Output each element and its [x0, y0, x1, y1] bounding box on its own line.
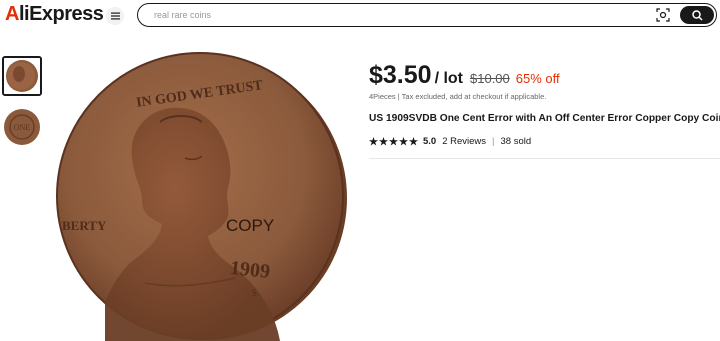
aliexpress-logo[interactable]: AliExpress [5, 3, 104, 26]
sold-count: 38 sold [500, 136, 532, 147]
coin-copy-mark: COPY [226, 216, 274, 235]
rating-separator: | [492, 136, 495, 147]
menu-icon [110, 12, 120, 20]
star-rating [369, 137, 418, 146]
original-price: $10.00 [470, 71, 510, 86]
price-row: $3.50 / lot $10.00 65% off [369, 61, 560, 90]
coin-reverse-thumbnail-image: ONE [2, 107, 42, 147]
divider [369, 158, 720, 159]
star-icon [369, 137, 378, 146]
discount-badge: 65% off [515, 71, 560, 86]
search-button[interactable] [680, 6, 714, 24]
star-icon [389, 137, 398, 146]
search-icon [691, 9, 703, 21]
camera-search-icon[interactable] [656, 8, 670, 22]
thumbnail-1[interactable] [2, 56, 42, 96]
price-note: 4Pieces | Tax excluded, add at checkout … [369, 92, 547, 101]
coin-left-legend: BERTY [62, 218, 107, 233]
product-title: US 1909SVDB One Cent Error with An Off C… [369, 113, 720, 124]
current-price: $3.50 [369, 61, 432, 89]
search-input[interactable] [154, 7, 634, 23]
header: AliExpress [0, 0, 720, 30]
star-icon [379, 137, 388, 146]
thumbnail-2[interactable]: ONE [2, 107, 42, 147]
reviews-link[interactable]: 2 Reviews [442, 136, 486, 147]
svg-text:ONE: ONE [14, 123, 31, 132]
coin-thumbnail-image [4, 58, 40, 94]
menu-button[interactable] [106, 7, 124, 25]
search-bar [137, 3, 717, 27]
rating-score: 5.0 [423, 136, 437, 147]
coin-mint-mark: S [252, 288, 257, 298]
rating-row: 5.0 2 Reviews | 38 sold [369, 136, 531, 147]
coin-year: 1909 [229, 257, 271, 283]
star-icon [409, 137, 418, 146]
star-icon [399, 137, 408, 146]
price-unit: / lot [434, 70, 463, 87]
main-product-image: IN GOD WE TRUST BERTY COPY 1909 S [56, 52, 347, 341]
